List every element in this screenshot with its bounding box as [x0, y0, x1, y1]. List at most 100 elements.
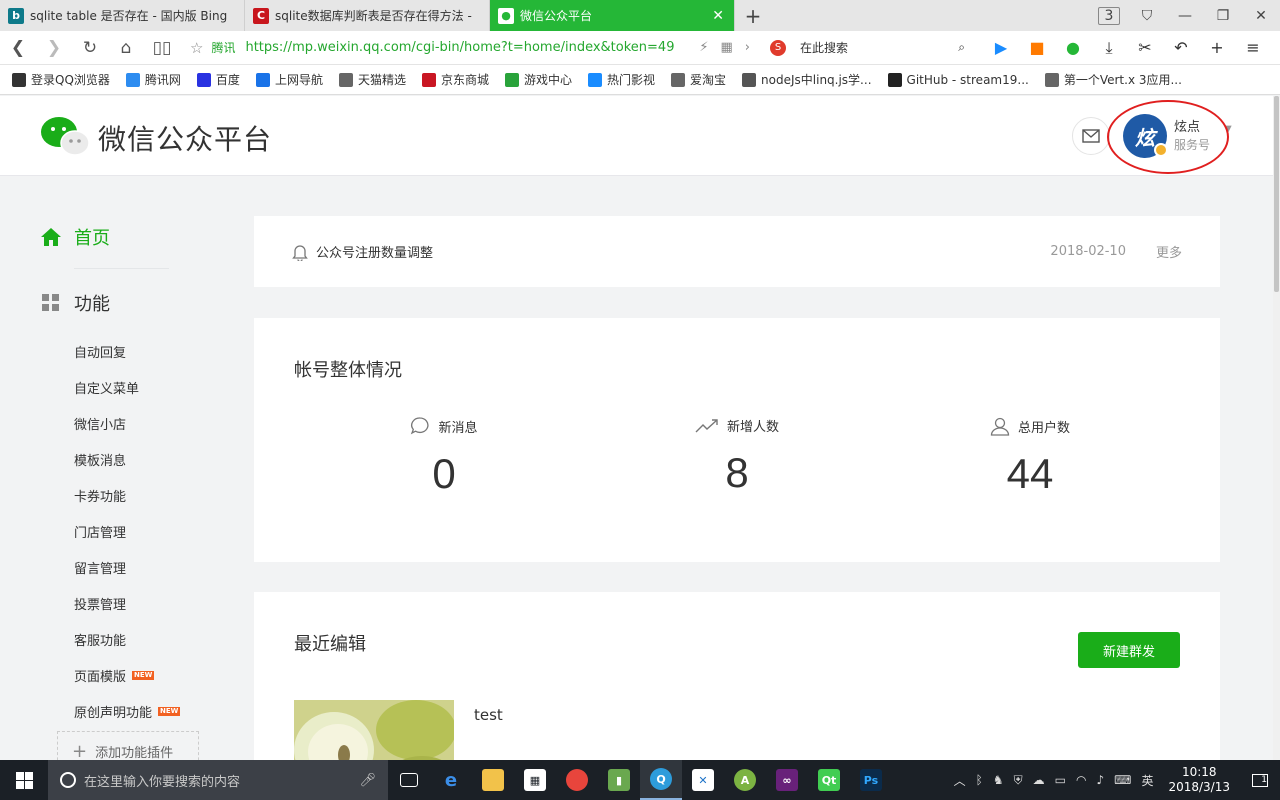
address-bar[interactable]: ☆ 腾讯 https://mp.weixin.qq.com/cgi-bin/ho… — [190, 35, 750, 61]
sidebar-item[interactable]: 卡券功能 — [74, 477, 180, 513]
bookmark-item[interactable]: 上网导航 — [255, 71, 323, 88]
start-button[interactable] — [0, 771, 48, 789]
download-icon[interactable]: ⤓ — [1091, 38, 1127, 58]
bookmark-item[interactable]: 登录QQ浏览器 — [12, 71, 110, 88]
add-icon[interactable]: + — [1199, 38, 1235, 57]
add-plugin-button[interactable]: + 添加功能插件 — [57, 731, 199, 760]
maximize-icon[interactable]: ❐ — [1204, 8, 1242, 24]
taskbar-clock[interactable]: 10:18 2018/3/13 — [1168, 765, 1230, 795]
back-icon[interactable]: ❮ — [0, 38, 36, 58]
bookmark-item[interactable]: 游戏中心 — [504, 71, 572, 88]
search-icon[interactable]: ⌕ — [958, 40, 965, 55]
stat-new-messages[interactable]: 新消息 0 — [344, 416, 544, 498]
taskbar-app-chrome[interactable] — [556, 760, 598, 800]
tray-battery-icon[interactable]: ▭ — [1055, 773, 1066, 787]
stat-total-users[interactable]: 总用户数 44 — [930, 416, 1130, 498]
tray-chevron-up-icon[interactable]: ︿ — [954, 772, 966, 789]
taskbar-app-edge[interactable]: e — [430, 760, 472, 800]
minimize-icon[interactable]: — — [1166, 8, 1204, 24]
chevron-right-icon[interactable]: › — [745, 40, 750, 55]
sidebar-item[interactable]: 自定义菜单 — [74, 369, 180, 405]
new-mass-send-button[interactable]: 新建群发 — [1078, 632, 1180, 668]
tray-cloud-icon[interactable]: ☁ — [1033, 773, 1045, 787]
notification-center-button[interactable]: 1 — [1240, 773, 1280, 787]
bookmark-star-icon[interactable]: ☆ — [190, 39, 203, 57]
message-center-button[interactable] — [1072, 117, 1110, 155]
notice-more-link[interactable]: 更多 — [1156, 242, 1182, 261]
taskbar-app-photoshop[interactable]: Ps — [850, 760, 892, 800]
tray-wifi-icon[interactable]: ◠ — [1076, 773, 1086, 787]
stat-new-followers[interactable]: 新增人数 8 — [637, 416, 837, 497]
bookmark-item[interactable]: 腾讯网 — [125, 71, 181, 88]
sidebar-item-home[interactable]: 首页 — [40, 224, 110, 250]
sidebar-item[interactable]: 页面模版 NEW — [74, 657, 180, 693]
task-view-button[interactable] — [388, 760, 430, 800]
play-icon[interactable]: ▶ — [983, 38, 1019, 57]
taskbar-app-visualstudio[interactable]: ∞ — [766, 760, 808, 800]
bookmark-favicon-icon — [1044, 72, 1059, 87]
article-title[interactable]: test — [474, 706, 503, 724]
sogou-icon[interactable]: S — [770, 39, 786, 56]
taskbar-app-qqbrowser[interactable]: Q — [640, 760, 682, 800]
sidebar-item-label: 门店管理 — [74, 525, 127, 541]
scrollbar-thumb[interactable] — [1274, 96, 1279, 292]
sidebar-item[interactable]: 原创声明功能 NEW — [74, 693, 181, 729]
reader-icon[interactable]: ▯▯ — [144, 38, 180, 58]
sidebar-item[interactable]: 自动回复 — [74, 333, 180, 369]
search-box[interactable]: S 在此搜索 ⌕ — [770, 35, 965, 61]
sidebar-item[interactable]: 模板消息 — [74, 441, 180, 477]
windows-taskbar: 在这里输入你要搜索的内容 🎤︎ e ▦ ▮ Q ✕ A ∞ Qt Ps ︿ ᛒ … — [0, 760, 1280, 800]
url-text[interactable]: https://mp.weixin.qq.com/cgi-bin/home?t=… — [245, 40, 687, 55]
browser-tab-csdn[interactable]: C sqlite数据库判断表是否存在得方法 - — [245, 0, 490, 31]
bookmark-item[interactable]: GitHub - stream19... — [887, 72, 1029, 87]
tray-keyboard-icon[interactable]: ⌨ — [1114, 773, 1131, 787]
bookmark-item[interactable]: 百度 — [196, 71, 240, 88]
taskbar-search[interactable]: 在这里输入你要搜索的内容 🎤︎ — [48, 760, 388, 800]
close-tab-icon[interactable]: ✕ — [712, 8, 724, 24]
tray-security-icon[interactable]: ⛨ — [1014, 773, 1023, 788]
forward-icon[interactable]: ❯ — [36, 38, 72, 58]
bookmark-item[interactable]: 第一个Vert.x 3应用... — [1044, 71, 1182, 88]
sidebar-item[interactable]: 投票管理 — [74, 585, 180, 621]
tray-ime[interactable]: 英 — [1141, 772, 1153, 789]
scissors-icon[interactable]: ✂ — [1127, 38, 1163, 57]
tray-bluetooth-icon[interactable]: ᛒ — [976, 773, 983, 787]
sidebar-item[interactable]: 微信小店 — [74, 405, 180, 441]
bookmark-item[interactable]: 爱淘宝 — [671, 71, 726, 88]
bookmark-favicon-icon — [12, 72, 26, 87]
taskbar-app-monitor[interactable]: ▮ — [598, 760, 640, 800]
lightning-icon[interactable]: ⚡ — [699, 40, 708, 55]
bookmark-item[interactable]: 天猫精选 — [338, 71, 406, 88]
sidebar-item[interactable]: 客服功能 — [74, 621, 180, 657]
taskbar-app-vscode[interactable]: ✕ — [682, 760, 724, 800]
close-window-icon[interactable]: ✕ — [1242, 8, 1280, 24]
taskbar-app-explorer[interactable] — [472, 760, 514, 800]
taskbar-app-android[interactable]: A — [724, 760, 766, 800]
microphone-icon[interactable]: 🎤︎ — [359, 773, 376, 788]
home-icon[interactable]: ⌂ — [108, 38, 144, 58]
tray-qq-icon[interactable]: ♞ — [993, 773, 1004, 787]
tab-count-button[interactable]: 3 — [1090, 6, 1128, 25]
wechat-icon[interactable]: ● — [1055, 38, 1091, 57]
bookmark-item[interactable]: 热门影视 — [588, 71, 655, 88]
bookmark-item[interactable]: nodeJs中linq.js学... — [742, 71, 872, 88]
reload-icon[interactable]: ↻ — [72, 38, 108, 58]
taskbar-app-store[interactable]: ▦ — [514, 760, 556, 800]
browser-tab-wechat[interactable]: ● 微信公众平台 ✕ — [490, 0, 735, 31]
video-camera-icon[interactable]: ■ — [1019, 38, 1055, 57]
shirt-icon[interactable]: ⛉ — [1128, 8, 1166, 24]
bookmark-item[interactable]: 京东商城 — [421, 71, 489, 88]
sidebar-item[interactable]: 留言管理 — [74, 549, 180, 585]
article-thumbnail[interactable] — [294, 700, 454, 760]
bookmark-label: 天猫精选 — [357, 73, 406, 87]
page-scrollbar[interactable] — [1273, 96, 1280, 760]
menu-icon[interactable]: ≡ — [1235, 38, 1271, 57]
browser-tab-bing[interactable]: b sqlite table 是否存在 - 国内版 Bing — [0, 0, 245, 31]
sidebar-item[interactable]: 门店管理 — [74, 513, 180, 549]
notice-link[interactable]: 公众号注册数量调整 — [316, 242, 1050, 261]
tray-volume-icon[interactable]: ♪ — [1096, 773, 1104, 787]
new-tab-button[interactable]: + — [735, 0, 771, 31]
qrcode-icon[interactable]: ▦ — [721, 40, 733, 55]
taskbar-app-qt[interactable]: Qt — [808, 760, 850, 800]
undo-icon[interactable]: ↶ — [1163, 38, 1199, 57]
